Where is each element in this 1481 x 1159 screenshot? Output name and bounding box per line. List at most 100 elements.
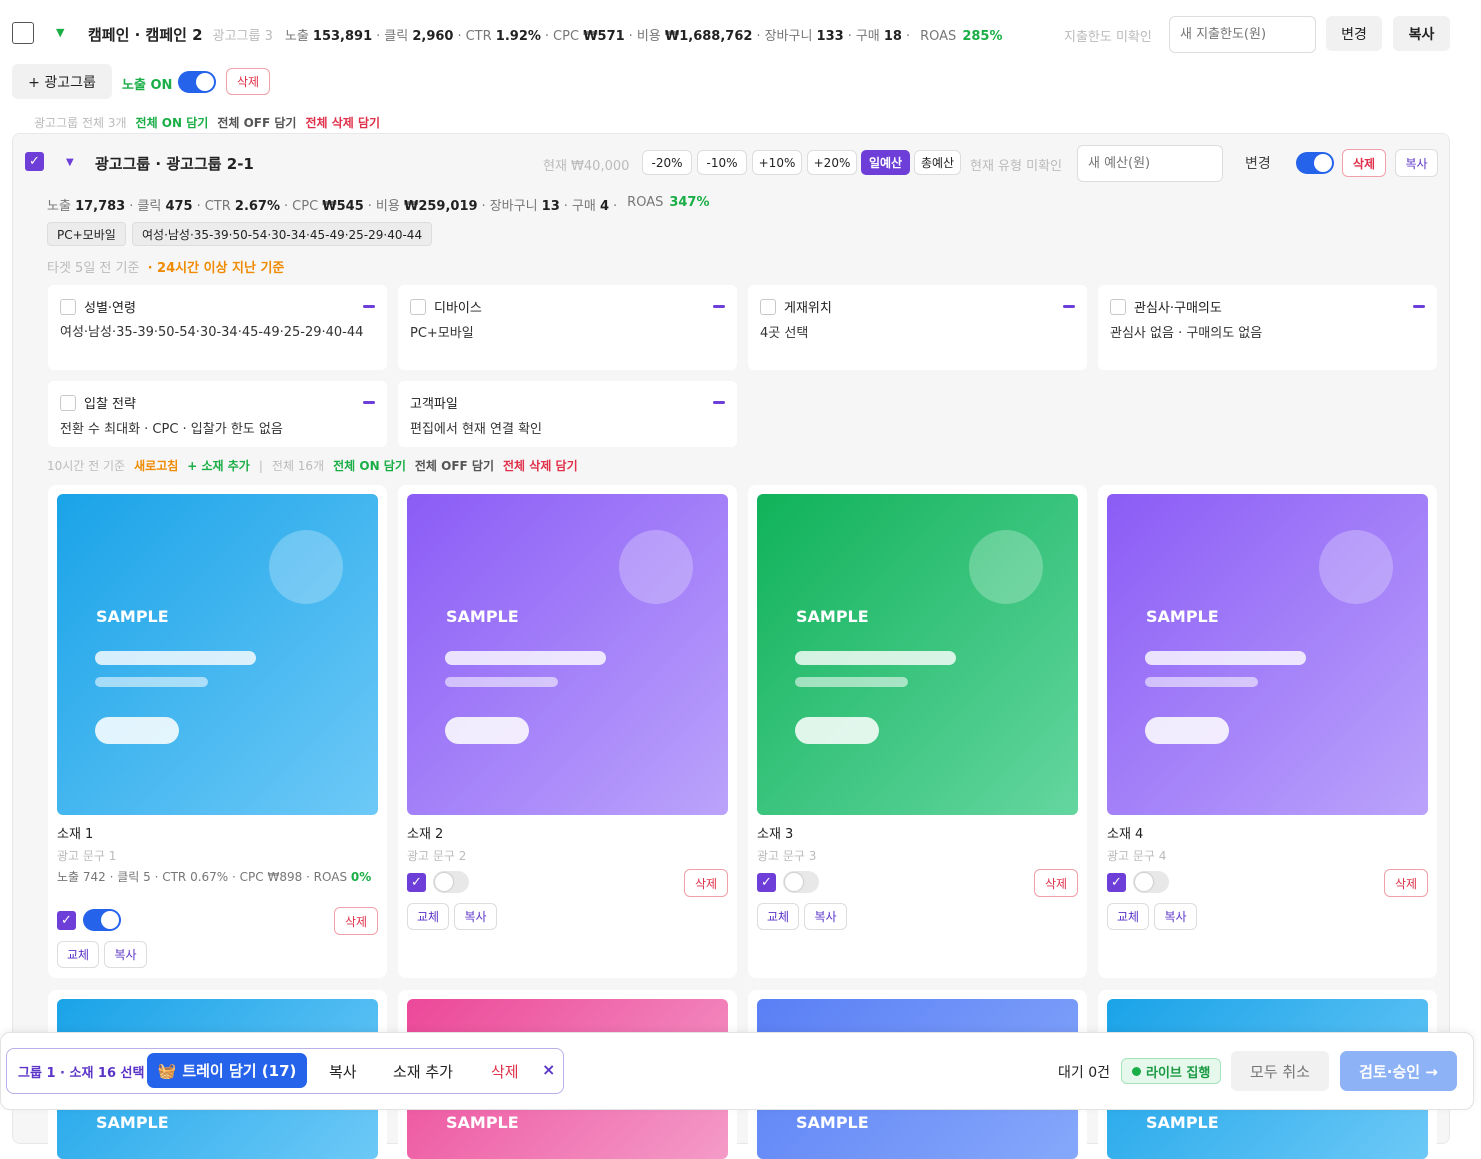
creative-checkbox[interactable]: ✓ (407, 873, 426, 892)
targeting-value: 전환 수 최대화 · CPC · 입찰가 한도 없음 (60, 422, 283, 437)
edit-handle-icon[interactable] (1063, 305, 1075, 308)
creative-replace-button[interactable]: 교체 (57, 941, 99, 968)
creative-copy: 광고 문구 2 (407, 849, 467, 863)
expand-campaign-icon[interactable]: ▼ (56, 26, 64, 39)
creative-copy-button[interactable]: 복사 (1154, 903, 1197, 930)
creative-delete-button[interactable]: 삭제 (1384, 869, 1428, 897)
edit-handle-icon[interactable] (363, 401, 375, 404)
adgroup-toggle[interactable] (1296, 152, 1334, 178)
targeting-card-title: 디바이스 (410, 297, 482, 316)
creative-all-off[interactable]: 전체 OFF 담기 (415, 457, 494, 474)
creative-replace-button[interactable]: 교체 (407, 903, 449, 930)
bar-add-creative-button[interactable]: 소재 추가 (393, 1061, 453, 1082)
creative-checkbox[interactable]: ✓ (1107, 873, 1126, 892)
creative-copy-button[interactable]: 복사 (804, 903, 847, 930)
adgroup-delete-button[interactable]: 삭제 (1342, 149, 1386, 177)
targeting-checkbox[interactable] (60, 394, 76, 411)
placeholder-bar (1145, 651, 1306, 665)
creative-checkbox[interactable]: ✓ (57, 911, 76, 930)
creative-copy-button[interactable]: 복사 (454, 903, 497, 930)
creative-delete-button[interactable]: 삭제 (334, 907, 378, 935)
creative-name: 소재 1 (57, 827, 94, 842)
creative-toggle[interactable] (1133, 871, 1169, 893)
stat-label: 장바구니 (764, 29, 817, 44)
adgroup-roas-label: ROAS (627, 195, 664, 210)
stat-separator: · (905, 29, 911, 44)
stat-value: 13 (541, 199, 560, 214)
creative-all-delete[interactable]: 전체 삭제 담기 (503, 457, 578, 474)
creative-checkbox[interactable]: ✓ (757, 873, 776, 892)
stat-separator: · (756, 29, 761, 44)
budget-adjust-button[interactable]: +20% (807, 150, 857, 175)
review-approve-button[interactable]: 검토·승인 → (1340, 1051, 1457, 1091)
creative-image[interactable]: SAMPLE (57, 494, 378, 815)
edit-handle-icon[interactable] (1413, 305, 1425, 308)
spend-limit-input[interactable] (1169, 16, 1316, 53)
budget-input[interactable] (1077, 145, 1223, 182)
targeting-checkbox[interactable] (760, 298, 776, 315)
creative-image[interactable]: SAMPLE (757, 494, 1078, 815)
creative-delete-button[interactable]: 삭제 (1034, 869, 1078, 897)
creative-replace-button[interactable]: 교체 (1107, 903, 1149, 930)
creative-copy: 광고 문구 1 (57, 849, 117, 863)
stat-value: 2,960 (412, 29, 454, 44)
targeting-checkbox[interactable] (1110, 298, 1126, 315)
total-budget-tab[interactable]: 총예산 (914, 150, 961, 175)
budget-change-button[interactable]: 변경 (1245, 153, 1271, 173)
budget-adjust-button[interactable]: -20% (642, 150, 692, 175)
creative-delete-button[interactable]: 삭제 (684, 869, 728, 897)
device-chip: PC+모바일 (47, 222, 126, 246)
stat-separator: · (457, 29, 462, 44)
campaign-checkbox[interactable] (12, 22, 34, 48)
live-badge-label: 라이브 집행 (1146, 1065, 1211, 1081)
creative-image[interactable]: SAMPLE (407, 494, 728, 815)
bar-delete-button[interactable]: 삭제 (491, 1061, 519, 1082)
refresh-button[interactable]: 새로고침 (134, 457, 178, 474)
campaign-delete-button[interactable]: 삭제 (226, 68, 270, 95)
creative-toggle[interactable] (433, 871, 469, 893)
edit-handle-icon[interactable] (713, 305, 725, 308)
adgroup-checkbox[interactable]: ✓ (25, 152, 44, 171)
stat-value: 153,891 (312, 29, 373, 44)
expand-adgroup-icon[interactable]: ▼ (66, 157, 74, 168)
stat-label: 구매 (855, 29, 884, 44)
stat-separator: · (563, 199, 568, 214)
change-limit-button[interactable]: 변경 (1326, 16, 1382, 51)
cancel-all-button[interactable]: 모두 취소 (1231, 1051, 1329, 1091)
targeting-title: 관심사·구매의도 (1134, 301, 1222, 316)
target-time: 타겟 5일 전 기준 (47, 261, 140, 276)
adgroup-all-off[interactable]: 전체 OFF 담기 (217, 114, 296, 131)
daily-budget-tab[interactable]: 일예산 (861, 150, 910, 175)
edit-handle-icon[interactable] (363, 305, 375, 308)
creative-all-on[interactable]: 전체 ON 담기 (333, 457, 406, 474)
tray-button[interactable]: 🧺 트레이 담기 (17) (147, 1053, 307, 1088)
creative-toggle[interactable] (83, 909, 121, 931)
creative-toggle[interactable] (783, 871, 819, 893)
basket-icon: 🧺 (157, 1061, 177, 1080)
bar-copy-button[interactable]: 복사 (329, 1061, 357, 1082)
stat-label: 클릭 (137, 199, 166, 214)
stat-value: 2.67% (234, 199, 281, 214)
decor-circle (269, 530, 343, 604)
adgroup-copy-button[interactable]: 복사 (1395, 149, 1438, 177)
stat-value: 1.92% (495, 29, 541, 44)
creative-name: 소재 2 (407, 827, 444, 842)
add-adgroup-button[interactable]: + 광고그룹 (12, 64, 112, 99)
targeting-checkbox[interactable] (60, 298, 76, 315)
adgroup-all-on[interactable]: 전체 ON 담기 (136, 114, 209, 131)
budget-adjust-button[interactable]: +10% (752, 150, 802, 175)
campaign-exposure-toggle[interactable] (178, 71, 216, 97)
targeting-value: PC+모바일 (410, 326, 474, 341)
edit-handle-icon[interactable] (713, 401, 725, 404)
live-dot-icon (1132, 1066, 1141, 1076)
creative-replace-button[interactable]: 교체 (757, 903, 799, 930)
stat-value: 475 (165, 199, 193, 214)
add-creative-link[interactable]: + 소재 추가 (187, 457, 250, 474)
budget-adjust-button[interactable]: -10% (697, 150, 747, 175)
creative-image[interactable]: SAMPLE (1107, 494, 1428, 815)
campaign-copy-button[interactable]: 복사 (1393, 16, 1450, 51)
adgroup-all-delete[interactable]: 전체 삭제 담기 (305, 114, 380, 131)
targeting-checkbox[interactable] (410, 298, 426, 315)
creative-copy-button[interactable]: 복사 (104, 941, 147, 968)
close-selection-icon[interactable]: × (542, 1060, 555, 1079)
